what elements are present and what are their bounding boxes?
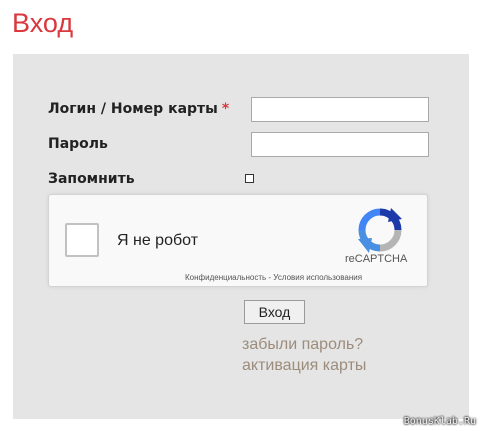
login-submit-button[interactable]: Вход — [244, 300, 305, 324]
recaptcha-logo-icon — [358, 208, 402, 253]
activate-card-link[interactable]: активация карты — [242, 357, 366, 375]
required-mark: * — [221, 101, 230, 117]
recaptcha-brand: reCAPTCHA — [345, 253, 408, 265]
forgot-password-link[interactable]: забыли пароль? — [242, 336, 363, 354]
recaptcha-links: Конфиденциальность - Условия использован… — [185, 273, 362, 282]
page-title: Вход — [12, 8, 74, 38]
recaptcha-privacy-link[interactable]: Конфиденциальность — [185, 273, 266, 282]
password-input[interactable] — [251, 132, 429, 157]
remember-checkbox[interactable] — [245, 174, 254, 183]
recaptcha-widget: Я не робот reCAPTCHA Конфиденциальность … — [48, 194, 428, 287]
recaptcha-terms-link[interactable]: Условия использования — [273, 273, 362, 282]
login-label-text: Логин / Номер карты — [48, 101, 218, 117]
recaptcha-checkbox[interactable] — [65, 223, 99, 257]
login-label: Логин / Номер карты * — [48, 101, 229, 117]
site-watermark: BonusKlab.Ru — [403, 416, 476, 427]
password-label: Пароль — [48, 136, 108, 152]
login-input[interactable] — [251, 97, 429, 122]
remember-label: Запомнить — [48, 171, 135, 187]
recaptcha-label: Я не робот — [117, 232, 199, 249]
